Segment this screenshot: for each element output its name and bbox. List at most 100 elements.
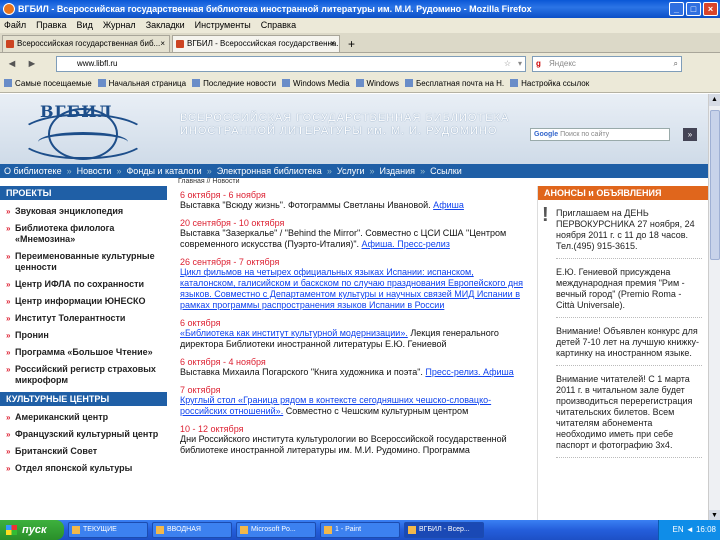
bookmark-item[interactable]: Windows (356, 75, 399, 92)
library-name-line1: ВСЕРОССИЙСКАЯ ГОСУДАРСТВЕННАЯ БИБЛИОТЕКА (180, 112, 510, 124)
tab-close-icon[interactable]: × (160, 36, 165, 52)
bookmark-item[interactable]: Настройка ссылок (510, 75, 589, 92)
news-link[interactable]: Пресс-релиз. Афиша (425, 367, 513, 377)
news-text: Выставка Михаила Погарского "Книга худож… (180, 367, 423, 377)
announcement-text[interactable]: Е.Ю. Гениевой присуждена международная п… (556, 267, 685, 310)
nav-catalogs[interactable]: Фонды и каталоги (126, 164, 201, 178)
nav-news[interactable]: Новости (77, 164, 112, 178)
taskbar-item[interactable]: ВГБИЛ - Всер... (404, 522, 484, 538)
taskbar-item[interactable]: ВВОДНАЯ (152, 522, 232, 538)
start-button[interactable]: пуск (0, 520, 64, 540)
news-item: 6 октября - 4 ноября Выставка Михаила По… (180, 357, 530, 378)
project-link[interactable]: Библиотека филолога «Мнемозина» (6, 223, 167, 245)
news-text: Выставка "Всюду жизнь". Фотограммы Светл… (180, 200, 431, 210)
news-link[interactable]: Цикл фильмов на четырех официальных язык… (180, 267, 523, 310)
favicon-icon (6, 40, 14, 48)
nav-separator: » (326, 166, 332, 176)
taskbar-item[interactable]: ТЕКУЩИЕ (68, 522, 148, 538)
main-navigation: О библиотеке » Новости » Фонды и каталоги »… (0, 164, 708, 178)
news-link[interactable]: Афиша (433, 200, 464, 210)
tab-1[interactable]: Всероссийская государственная биб... × (2, 35, 170, 52)
scroll-thumb[interactable] (710, 110, 720, 260)
search-icon[interactable]: ⌕ (674, 57, 678, 71)
google-brand: Google (534, 131, 559, 138)
news-item: 6 октября «Библиотека как институт культ… (180, 318, 530, 350)
project-link[interactable]: Институт Толерантности (6, 313, 167, 324)
menu-edit[interactable]: Правка (36, 18, 66, 33)
taskbar-item[interactable]: Microsoft Po... (236, 522, 316, 538)
bookmark-item[interactable]: Windows Media (282, 75, 349, 92)
site-search-input[interactable]: Google Поиск по сайту (530, 128, 670, 141)
project-link[interactable]: Программа «Большое Чтение» (6, 347, 167, 358)
announcement: Внимание читателей! С 1 марта 2011 г. в … (556, 374, 702, 458)
project-link[interactable]: Центр информации ЮНЕСКО (6, 296, 167, 307)
minimize-button[interactable]: _ (669, 2, 684, 16)
news-item: 7 октября Круглый стол «Граница рядом в … (180, 385, 530, 417)
announcement: Внимание! Объявлен конкурс для детей 7-1… (556, 326, 702, 366)
news-date: 10 - 12 октября (180, 424, 244, 434)
center-link[interactable]: Британский Совет (6, 446, 167, 457)
taskbar: пуск ТЕКУЩИЕ ВВОДНАЯ Microsoft Po... 1 -… (0, 520, 720, 540)
center-link[interactable]: Американский центр (6, 412, 167, 423)
project-link[interactable]: Звуковая энциклопедия (6, 206, 167, 217)
news-text: Выставка "Зазеркалье" / "Behind the Mirr… (180, 228, 507, 249)
nav-about[interactable]: О библиотеке (4, 164, 62, 178)
maximize-button[interactable]: □ (686, 2, 701, 16)
news-link[interactable]: «Библиотека как институт культурной моде… (180, 328, 408, 338)
nav-services[interactable]: Услуги (337, 164, 365, 178)
address-bar[interactable]: www.libfl.ru ☆ ▾ (56, 56, 526, 72)
nav-elibrary[interactable]: Электронная библиотека (217, 164, 322, 178)
browser-search-input[interactable]: g Яндекс ⌕ (532, 56, 682, 72)
forward-button[interactable]: ► (24, 56, 40, 72)
taskbar-item[interactable]: 1 - Paint (320, 522, 400, 538)
center-link[interactable]: Французский культурный центр (6, 429, 167, 440)
menu-help[interactable]: Справка (261, 18, 296, 33)
bookmark-star-icon[interactable]: ☆ (504, 57, 511, 71)
news-link[interactable]: Афиша. Пресс-релиз (362, 239, 450, 249)
nav-separator: » (420, 166, 426, 176)
search-engine-icon[interactable]: g (536, 57, 541, 71)
project-link[interactable]: Центр ИФЛА по сохранности (6, 279, 167, 290)
tab-close-icon[interactable]: × (330, 36, 335, 52)
project-link[interactable]: Российский регистр страховых микроформ (6, 364, 167, 386)
site-search-placeholder: Поиск по сайту (560, 131, 610, 138)
site-search-button[interactable]: » (683, 128, 697, 141)
logo-text: ВГБИЛ (40, 102, 113, 121)
center-link[interactable]: Отдел японской культуры (6, 463, 167, 474)
menu-tools[interactable]: Инструменты (195, 18, 251, 33)
nav-separator: » (66, 166, 72, 176)
project-link[interactable]: Переименованные культурные ценности (6, 251, 167, 273)
news-item: 26 сентября - 7 октября Цикл фильмов на … (180, 257, 530, 311)
announcement-text[interactable]: Приглашаем на ДЕНЬ ПЕРВОКУРСНИКА 27 нояб… (556, 208, 695, 251)
bookmarks-toolbar: Самые посещаемые Начальная страница Посл… (0, 75, 720, 93)
news-text: Дни Российского института культурологии … (180, 434, 507, 455)
project-link[interactable]: Пронин (6, 330, 167, 341)
bookmark-item[interactable]: Бесплатная почта на Н. (405, 75, 504, 92)
news-text: Совместно с Чешским культурным центром (285, 406, 469, 416)
announcement-text[interactable]: Внимание! Объявлен конкурс для детей 7-1… (556, 326, 699, 358)
menu-file[interactable]: Файл (4, 18, 26, 33)
news-date: 26 сентября - 7 октября (180, 257, 280, 267)
nav-links[interactable]: Ссылки (430, 164, 462, 178)
bookmark-item[interactable]: Начальная страница (98, 75, 186, 92)
tab-2[interactable]: ВГБИЛ - Всероссийская государственна... … (172, 35, 340, 52)
exclamation-icon: ! (542, 204, 549, 226)
site-logo[interactable]: ВГБИЛ (8, 102, 158, 160)
menu-bookmarks[interactable]: Закладки (146, 18, 185, 33)
library-name-line2: ИНОСТРАННОЙ ЛИТЕРАТУРЫ им. М. И. РУДОМИН… (180, 125, 498, 137)
bookmark-item[interactable]: Последние новости (192, 75, 276, 92)
back-button[interactable]: ◄ (4, 56, 20, 72)
menu-view[interactable]: Вид (77, 18, 93, 33)
bookmark-item[interactable]: Самые посещаемые (4, 75, 92, 92)
announcement-text[interactable]: Внимание читателей! С 1 марта 2011 г. в … (556, 374, 692, 450)
scroll-up-icon[interactable]: ▲ (709, 94, 720, 106)
page-scrollbar[interactable]: ▲ ▼ (708, 94, 720, 522)
left-sidebar: ПРОЕКТЫ Звуковая энциклопедия Библиотека… (0, 186, 167, 522)
navigation-bar: ◄ ► www.libfl.ru ☆ ▾ g Яндекс ⌕ (0, 53, 720, 75)
new-tab-button[interactable]: + (342, 36, 355, 52)
menu-history[interactable]: Журнал (103, 18, 136, 33)
url-dropdown-icon[interactable]: ▾ (518, 57, 522, 71)
breadcrumb: Главная // Новости (178, 178, 240, 185)
close-button[interactable]: × (703, 2, 718, 16)
nav-publications[interactable]: Издания (380, 164, 416, 178)
